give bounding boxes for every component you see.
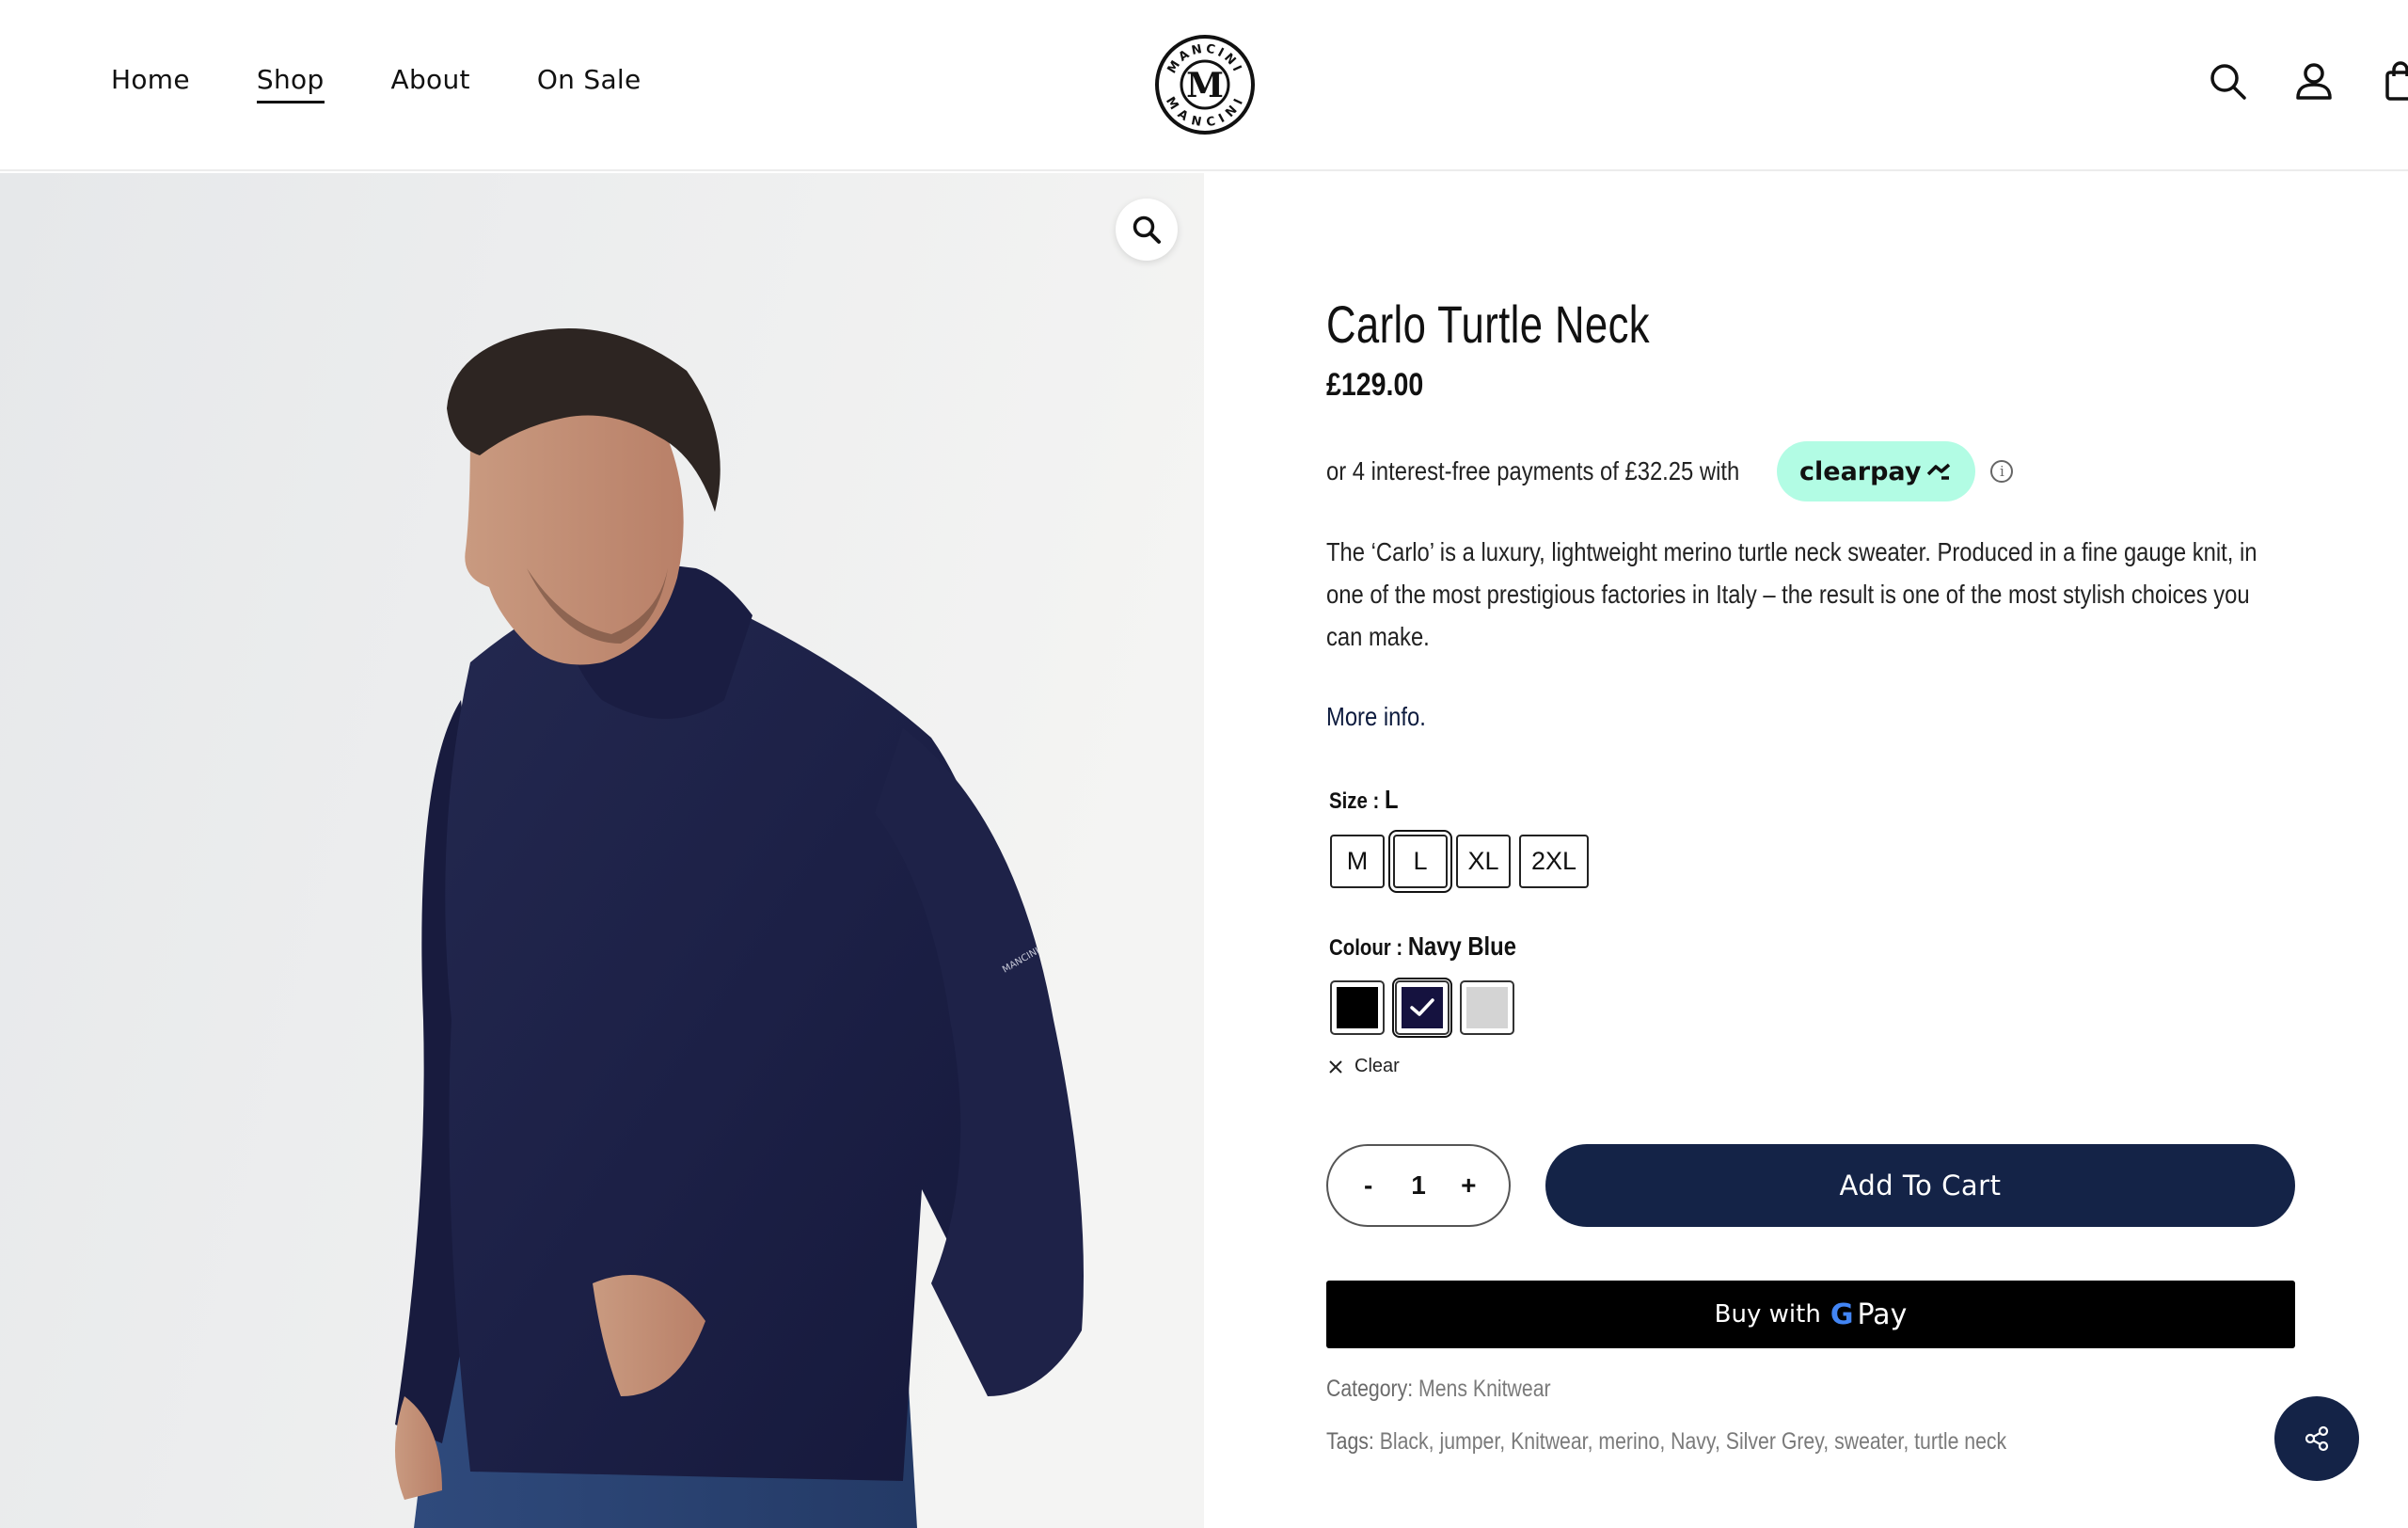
share-icon	[2305, 1425, 2329, 1452]
size-option-m[interactable]: M	[1330, 835, 1385, 888]
more-info-link[interactable]: More info.	[1326, 702, 1426, 732]
main-nav: Home Shop About On Sale	[111, 64, 642, 103]
quantity-stepper: - 1 +	[1326, 1144, 1511, 1227]
qty-increase-button[interactable]: +	[1450, 1170, 1487, 1201]
bag-icon[interactable]	[2378, 58, 2408, 103]
nav-about[interactable]: About	[391, 64, 470, 103]
qty-value[interactable]: 1	[1400, 1170, 1437, 1201]
size-option-l[interactable]: L	[1388, 830, 1452, 893]
colour-swatch-black[interactable]	[1330, 980, 1385, 1035]
logo-monogram: M	[1186, 66, 1224, 105]
colour-swatch-silver-grey[interactable]	[1460, 980, 1514, 1035]
zoom-icon	[1133, 215, 1161, 244]
product-gallery: MANCINI	[0, 173, 1204, 1528]
product-title: Carlo Turtle Neck	[1326, 294, 1651, 354]
nav-home[interactable]: Home	[111, 64, 190, 103]
product-category: Category: Mens Knitwear	[1326, 1376, 1551, 1403]
clearpay-text: or 4 interest-free payments of £32.25 wi…	[1326, 456, 1740, 485]
google-pay-button[interactable]: Buy with G Pay	[1326, 1281, 2295, 1348]
clear-selection[interactable]: Clear	[1328, 1056, 1400, 1077]
clearpay-info: or 4 interest-free payments of £32.25 wi…	[1326, 440, 2014, 502]
colour-label: Colour : Navy Blue	[1329, 931, 1516, 962]
gpay-prefix: Buy with	[1714, 1300, 1821, 1329]
category-label: Category:	[1326, 1376, 1414, 1402]
account-icon[interactable]	[2291, 58, 2337, 103]
size-label: Size : L	[1329, 785, 1398, 815]
colour-label-text: Colour :	[1329, 935, 1403, 961]
info-icon[interactable]: i	[1990, 460, 2014, 483]
clearpay-brand: clearpay	[1799, 456, 1922, 486]
colour-label-value: Navy Blue	[1407, 931, 1516, 961]
google-g-logo: G	[1830, 1297, 1854, 1331]
clear-label: Clear	[1354, 1056, 1400, 1076]
qty-decrease-button[interactable]: -	[1350, 1170, 1387, 1201]
colour-options	[1330, 978, 1514, 1038]
check-icon	[1410, 998, 1434, 1016]
nav-shop[interactable]: Shop	[256, 64, 325, 103]
size-label-text: Size :	[1329, 788, 1380, 814]
product-description: The ‘Carlo’ is a luxury, lightweight mer…	[1326, 537, 2258, 651]
add-to-cart-button[interactable]: Add To Cart	[1545, 1144, 2295, 1227]
product-tags: Tags: Black, jumper, Knitwear, merino, N…	[1326, 1428, 2006, 1456]
close-icon	[1329, 1059, 1342, 1074]
clearpay-badge[interactable]: clearpay	[1777, 441, 1976, 501]
size-options: M L XL 2XL	[1330, 830, 1589, 893]
tags-links[interactable]: Black, jumper, Knitwear, merino, Navy, S…	[1380, 1428, 2006, 1455]
product-price: £129.00	[1326, 367, 1424, 403]
size-option-xl[interactable]: XL	[1456, 835, 1511, 888]
share-button[interactable]	[2274, 1396, 2359, 1481]
brand-logo[interactable]: MANCINI MANCINI M	[1154, 34, 1256, 135]
tags-label: Tags:	[1326, 1428, 1374, 1455]
search-icon[interactable]	[2205, 58, 2250, 103]
size-label-value: L	[1384, 785, 1399, 814]
zoom-button[interactable]	[1116, 199, 1178, 261]
clearpay-arrows-icon	[1927, 463, 1951, 480]
site-header: Home Shop About On Sale MANCINI MANCINI …	[0, 0, 2408, 171]
nav-on-sale[interactable]: On Sale	[537, 64, 642, 103]
size-option-2xl[interactable]: 2XL	[1519, 835, 1589, 888]
product-photo[interactable]: MANCINI	[0, 173, 1204, 1528]
category-link[interactable]: Mens Knitwear	[1418, 1376, 1551, 1402]
gpay-pay-text: Pay	[1857, 1297, 1908, 1331]
colour-swatch-navy[interactable]	[1392, 978, 1452, 1038]
